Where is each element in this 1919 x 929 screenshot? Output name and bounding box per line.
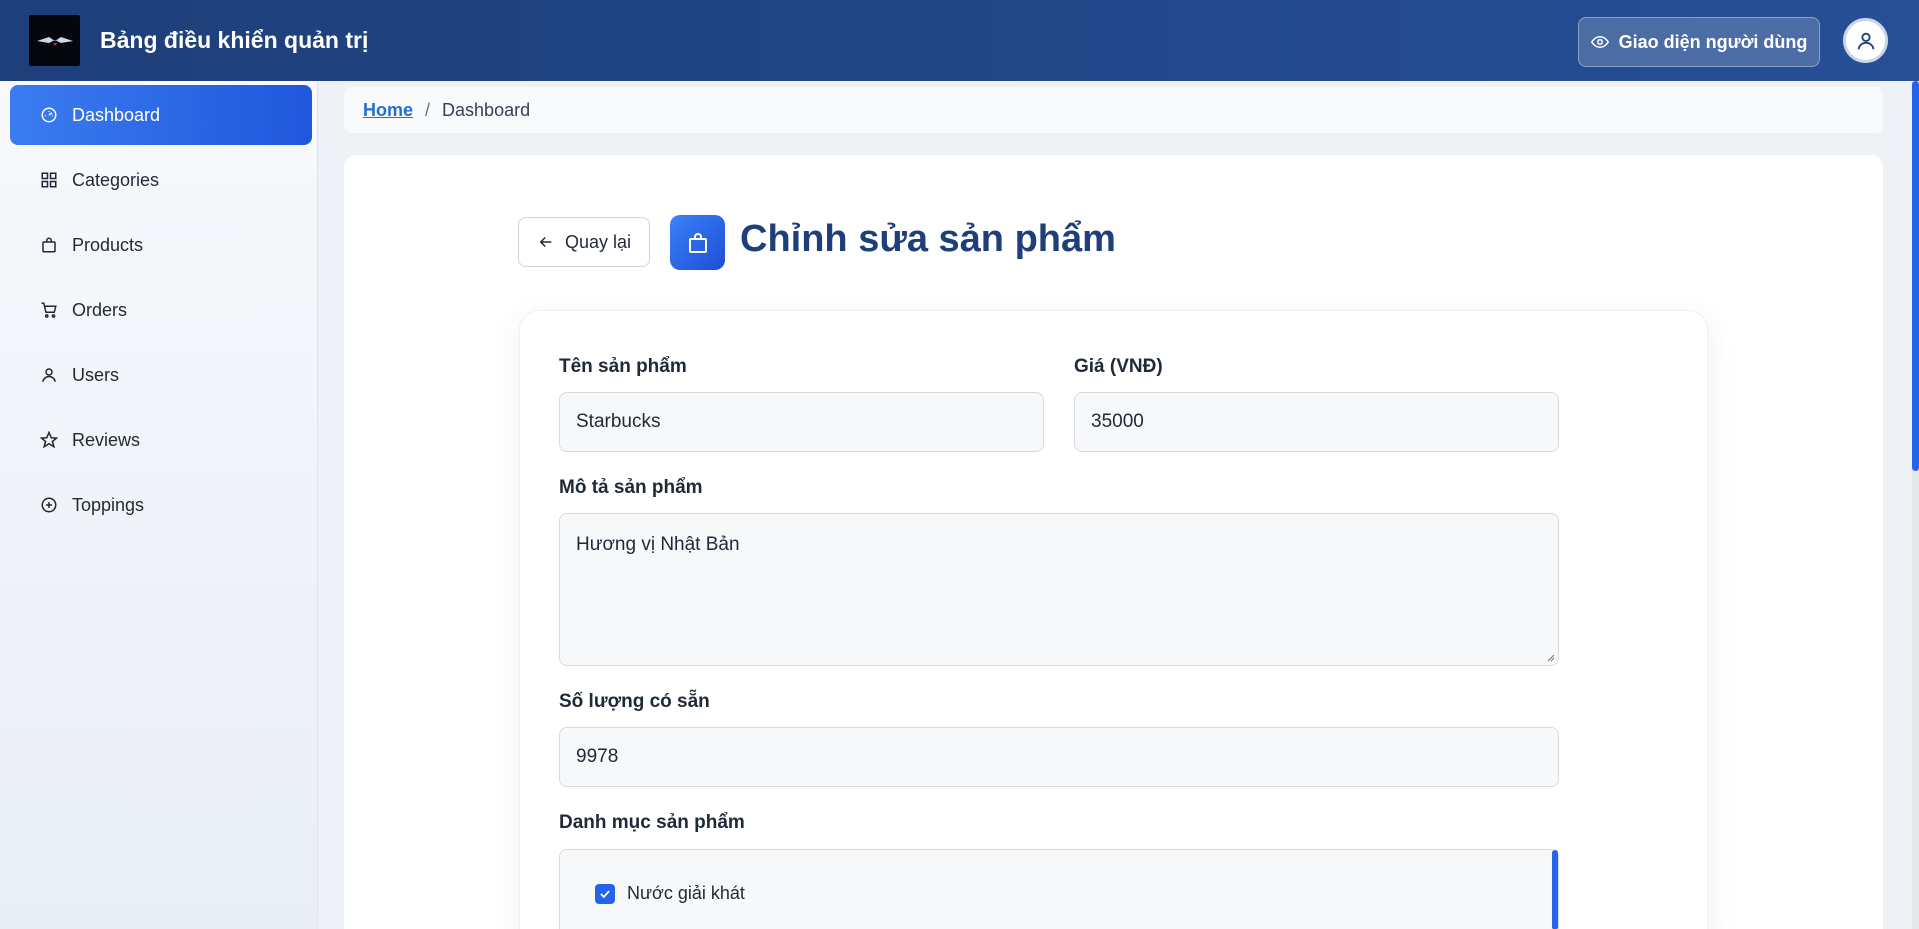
user-view-label: Giao diện người dùng <box>1618 31 1808 52</box>
back-button-label: Quay lại <box>564 231 632 252</box>
breadcrumb-current: Dashboard <box>442 99 531 120</box>
price-input[interactable]: 35000 <box>1074 392 1559 452</box>
stock-input[interactable]: 9978 <box>559 727 1559 787</box>
sidebar: Dashboard Categories Products Orders Use… <box>0 81 318 929</box>
grid-icon <box>41 172 57 188</box>
description-textarea[interactable]: Hương vị Nhật Bản <box>559 513 1559 666</box>
page-title: Chỉnh sửa sản phẩm <box>740 218 1116 260</box>
breadcrumb-separator: / <box>425 99 431 120</box>
sidebar-item-label: Users <box>72 364 120 385</box>
user-icon <box>1857 32 1874 49</box>
description-text: Hương vị Nhật Bản <box>576 534 740 555</box>
sidebar-item-label: Dashboard <box>72 104 161 125</box>
category-label: Danh mục sản phẩm <box>559 812 745 833</box>
check-icon <box>600 889 610 898</box>
sidebar-item-users[interactable]: Users <box>10 345 312 405</box>
app-logo[interactable] <box>29 15 80 66</box>
product-name-input[interactable]: Starbucks <box>559 392 1044 452</box>
description-label: Mô tả sản phẩm <box>559 477 703 498</box>
page-scrollbar-thumb[interactable] <box>1912 81 1919 471</box>
sidebar-item-reviews[interactable]: Reviews <box>10 410 312 470</box>
sidebar-item-label: Categories <box>72 169 160 190</box>
category-list: Nước giải khát <box>559 849 1559 929</box>
sidebar-item-label: Reviews <box>72 429 141 450</box>
breadcrumb: Home / Dashboard <box>344 87 1883 133</box>
sidebar-item-label: Toppings <box>72 494 145 515</box>
avatar[interactable] <box>1843 18 1888 63</box>
sidebar-item-toppings[interactable]: Toppings <box>10 475 312 535</box>
resize-grip-icon[interactable] <box>1545 652 1555 662</box>
stock-label: Số lượng có sẵn <box>559 691 710 712</box>
bag-icon <box>42 237 56 253</box>
gauge-icon <box>41 107 57 123</box>
bag-icon <box>670 215 725 270</box>
sidebar-item-dashboard[interactable]: Dashboard <box>10 85 312 145</box>
sidebar-item-label: Products <box>72 234 144 255</box>
product-name-label: Tên sản phẩm <box>559 356 687 377</box>
breadcrumb-home-link[interactable]: Home <box>363 100 413 121</box>
category-scrollbar[interactable] <box>1552 850 1558 929</box>
app-title: Bảng điều khiển quản trị <box>100 27 369 53</box>
top-bar: Bảng điều khiển quản trị Giao diện người… <box>0 0 1919 81</box>
sidebar-item-orders[interactable]: Orders <box>10 280 312 340</box>
arrow-left-icon <box>539 236 552 248</box>
star-icon <box>40 431 58 449</box>
category-option[interactable]: Nước giải khát <box>595 883 745 904</box>
price-label: Giá (VNĐ) <box>1074 356 1163 377</box>
category-option-label: Nước giải khát <box>627 883 745 903</box>
user-view-button[interactable]: Giao diện người dùng <box>1578 17 1820 67</box>
sidebar-item-categories[interactable]: Categories <box>10 150 312 210</box>
cart-icon <box>41 302 57 318</box>
category-checkbox[interactable] <box>595 883 615 904</box>
eye-icon <box>1590 35 1609 49</box>
plus-circle-icon <box>41 497 57 513</box>
user-icon <box>42 368 56 382</box>
sidebar-item-products[interactable]: Products <box>10 215 312 275</box>
sidebar-item-label: Orders <box>72 299 128 320</box>
back-button[interactable]: Quay lại <box>518 217 650 267</box>
